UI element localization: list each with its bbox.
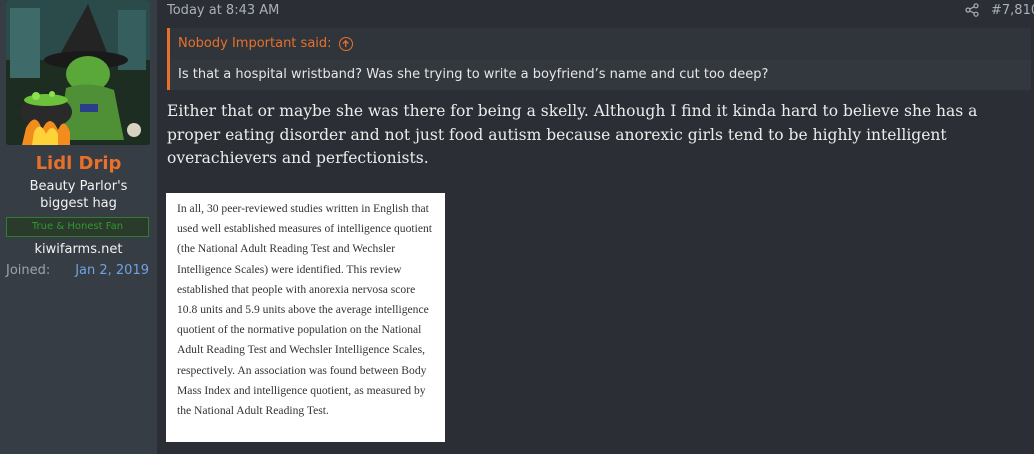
post-number[interactable]: #7,810 [991, 3, 1034, 18]
avatar[interactable] [6, 0, 150, 145]
user-banner: True & Honest Fan [6, 217, 149, 237]
quote-text: Is that a hospital wristband? Was she tr… [170, 60, 1031, 90]
avatar-witch-image [6, 0, 150, 145]
quote-block: Nobody Important said: Is that a hospita… [167, 28, 1031, 90]
jump-to-quote-icon[interactable] [338, 36, 353, 51]
user-site: kiwifarms.net [34, 242, 123, 257]
post-body-text: Either that or maybe she was there for b… [167, 102, 978, 167]
joined-label: Joined: [6, 263, 51, 278]
post-timestamp[interactable]: Today at 8:43 AM [167, 3, 279, 18]
user-panel: Lidl Drip Beauty Parlor's biggest hag Tr… [0, 0, 157, 454]
quote-header[interactable]: Nobody Important said: [178, 36, 353, 51]
quote-author-line[interactable]: Nobody Important said: [178, 36, 332, 51]
share-icon[interactable] [965, 3, 979, 17]
post-main: Today at 8:43 AM #7,810 Nobody Important… [157, 0, 1034, 454]
joined-date: Jan 2, 2019 [75, 263, 149, 278]
user-title: Beauty Parlor's biggest hag [29, 179, 128, 211]
username[interactable]: Lidl Drip [0, 153, 157, 174]
study-excerpt-image[interactable]: In all, 30 peer-reviewed studies written… [166, 193, 445, 442]
